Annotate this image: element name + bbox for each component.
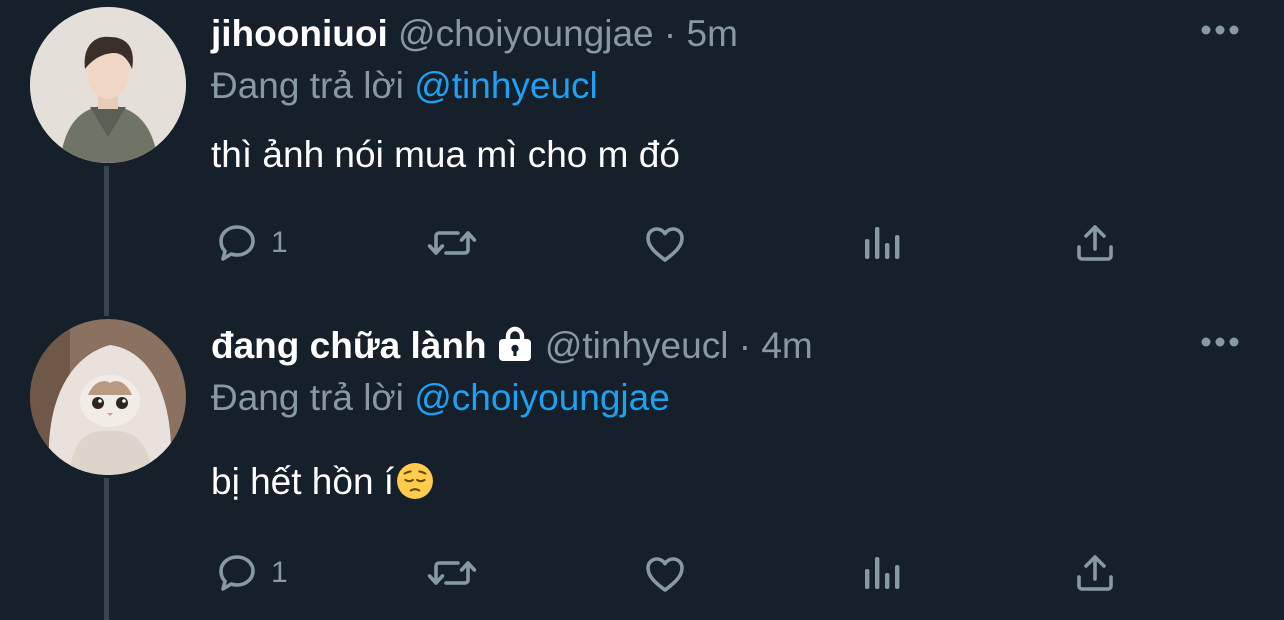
retweet-icon (427, 231, 477, 255)
reply-icon (219, 225, 255, 261)
reply-count: 1 (271, 226, 288, 259)
analytics-button[interactable] (858, 218, 906, 268)
replying-prefix: Đang trả lời (211, 65, 404, 106)
like-button[interactable] (641, 218, 689, 268)
replying-mention[interactable]: @tinhyeucl (414, 65, 598, 106)
tweet-2[interactable]: đang chữa lành @tinhyeucl · 4m Đang trả … (0, 312, 1284, 620)
more-icon[interactable] (1200, 336, 1240, 348)
reply-count: 1 (271, 556, 288, 589)
tweet-actions: 1 (0, 218, 1284, 268)
reply-button[interactable]: 1 (213, 548, 288, 598)
analytics-icon (865, 227, 900, 259)
tweet-actions: 1 (0, 548, 1284, 598)
timestamp[interactable]: 4m (761, 325, 812, 366)
retweet-button[interactable] (426, 218, 478, 268)
tweet-text: thì ảnh nói mua mì cho m đó (211, 134, 680, 175)
like-icon (646, 227, 684, 262)
share-icon (1077, 225, 1113, 261)
tweet-1[interactable]: jihooniuoi @choiyoungjae · 5m Đang trả l… (0, 0, 1284, 310)
analytics-button[interactable] (858, 548, 906, 598)
tweet-header: jihooniuoi @choiyoungjae · 5m (211, 12, 738, 56)
avatar-tinhyeucl[interactable] (30, 319, 186, 475)
tweet-text-container: bị hết hồn í (211, 460, 434, 504)
reply-button[interactable]: 1 (213, 218, 288, 268)
display-name[interactable]: đang chữa lành (211, 325, 487, 366)
analytics-icon (865, 557, 900, 589)
like-icon (646, 557, 684, 592)
tweet-text: bị hết hồn í (211, 461, 395, 502)
reply-icon (219, 555, 255, 591)
pensive-face-emoji-icon (397, 463, 434, 499)
share-button[interactable] (1071, 218, 1119, 268)
lock-icon (498, 326, 531, 361)
share-icon (1077, 555, 1113, 591)
person-photo-image (30, 7, 186, 163)
tweet-header: đang chữa lành @tinhyeucl · 4m (211, 324, 813, 368)
replying-mention[interactable]: @choiyoungjae (414, 377, 670, 418)
separator-dot: · (738, 325, 752, 366)
avatar-jihooniuoi[interactable] (30, 7, 186, 163)
more-icon[interactable] (1200, 24, 1240, 36)
replying-to: Đang trả lời @tinhyeucl (211, 64, 598, 108)
separator-dot: · (663, 13, 677, 54)
retweet-button[interactable] (426, 548, 478, 598)
share-button[interactable] (1071, 548, 1119, 598)
replying-prefix: Đang trả lời (211, 377, 404, 418)
user-handle[interactable]: @choiyoungjae (398, 13, 654, 54)
like-button[interactable] (641, 548, 689, 598)
display-name[interactable]: jihooniuoi (211, 13, 388, 54)
cat-in-blanket-photo-image (30, 319, 186, 475)
retweet-icon (427, 561, 477, 585)
replying-to: Đang trả lời @choiyoungjae (211, 376, 670, 420)
timestamp[interactable]: 5m (687, 13, 738, 54)
user-handle[interactable]: @tinhyeucl (545, 325, 729, 366)
